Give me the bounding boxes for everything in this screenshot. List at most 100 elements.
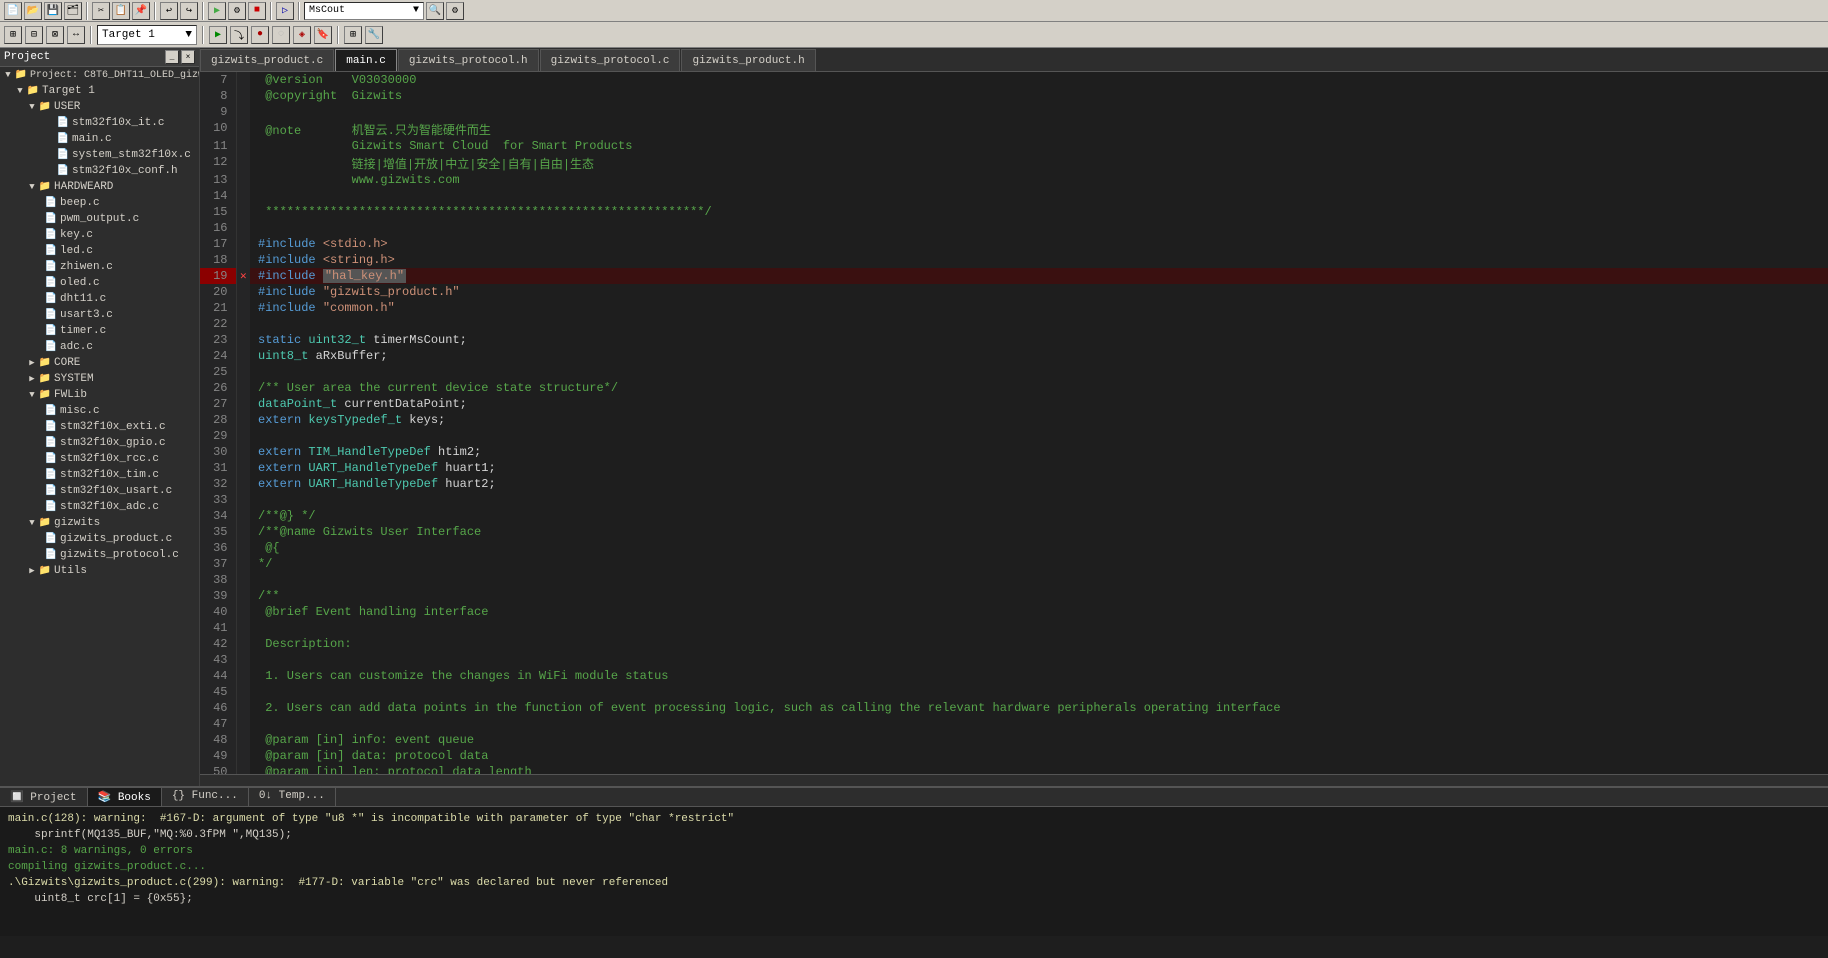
tb2-window-btn[interactable]: ⊞: [344, 26, 362, 44]
tree-stm32f10x-it[interactable]: 📄 stm32f10x_it.c: [0, 115, 199, 131]
line-content-24[interactable]: uint8_t aRxBuffer;: [250, 348, 1828, 364]
line-content-29[interactable]: [250, 428, 1828, 444]
tree-usart-fw[interactable]: 📄 stm32f10x_usart.c: [0, 483, 199, 499]
line-content-8[interactable]: @copyright Gizwits: [250, 88, 1828, 104]
line-content-39[interactable]: /**: [250, 588, 1828, 604]
line-content-16[interactable]: [250, 220, 1828, 236]
bottom-tab-func[interactable]: {} Func...: [162, 788, 249, 806]
tree-misc[interactable]: 📄 misc.c: [0, 403, 199, 419]
code-editor[interactable]: 7 @version V03030000 8 @copyright Gizwit…: [200, 72, 1828, 774]
tab-gizwits-protocol-c[interactable]: gizwits_protocol.c: [540, 49, 681, 71]
tree-led[interactable]: 📄 led.c: [0, 243, 199, 259]
line-content-35[interactable]: /**@name Gizwits User Interface: [250, 524, 1828, 540]
new-file-btn[interactable]: 📄: [4, 2, 22, 20]
tree-beep[interactable]: 📄 beep.c: [0, 195, 199, 211]
line-content-37[interactable]: */: [250, 556, 1828, 572]
line-content-25[interactable]: [250, 364, 1828, 380]
line-content-36[interactable]: @{: [250, 540, 1828, 556]
tree-stm32-conf[interactable]: 📄 stm32f10x_conf.h: [0, 163, 199, 179]
line-content-9[interactable]: [250, 104, 1828, 120]
line-content-22[interactable]: [250, 316, 1828, 332]
tb2-bp-btn[interactable]: ●: [251, 26, 269, 44]
tree-gizwits-protocol[interactable]: 📄 gizwits_protocol.c: [0, 547, 199, 563]
tb2-btn3[interactable]: ⊠: [46, 26, 64, 44]
line-content-20[interactable]: #include "gizwits_product.h": [250, 284, 1828, 300]
line-content-40[interactable]: @brief Event handling interface: [250, 604, 1828, 620]
tb2-bp3-btn[interactable]: ◈: [293, 26, 311, 44]
tree-usart3[interactable]: 📄 usart3.c: [0, 307, 199, 323]
paste-btn[interactable]: 📌: [132, 2, 150, 20]
line-content-43[interactable]: [250, 652, 1828, 668]
copy-btn[interactable]: 📋: [112, 2, 130, 20]
line-content-47[interactable]: [250, 716, 1828, 732]
settings-btn[interactable]: ⚙: [446, 2, 464, 20]
tab-gizwits-product-h[interactable]: gizwits_product.h: [681, 49, 815, 71]
line-content-7[interactable]: @version V03030000: [250, 72, 1828, 88]
tree-zhiwen[interactable]: 📄 zhiwen.c: [0, 259, 199, 275]
tree-core[interactable]: ▶ 📁 CORE: [0, 355, 199, 371]
tab-gizwits-product-c[interactable]: gizwits_product.c: [200, 49, 334, 71]
line-content-13[interactable]: www.gizwits.com: [250, 172, 1828, 188]
tree-user-folder[interactable]: ▼ 📁 USER: [0, 99, 199, 115]
tab-main-c[interactable]: main.c: [335, 49, 397, 71]
tb2-step-btn[interactable]: ⤵: [230, 26, 248, 44]
tree-system[interactable]: ▶ 📁 SYSTEM: [0, 371, 199, 387]
line-content-42[interactable]: Description:: [250, 636, 1828, 652]
bottom-tab-build[interactable]: 📚 Books: [88, 788, 162, 806]
bottom-tab-temp[interactable]: 0↓ Temp...: [249, 788, 336, 806]
line-content-46[interactable]: 2. Users can add data points in the func…: [250, 700, 1828, 716]
tree-adc-fw[interactable]: 📄 stm32f10x_adc.c: [0, 499, 199, 515]
horizontal-scrollbar[interactable]: [200, 774, 1828, 786]
line-content-38[interactable]: [250, 572, 1828, 588]
tb2-btn1[interactable]: ⊞: [4, 26, 22, 44]
target-dropdown[interactable]: Target 1 ▼: [97, 25, 197, 45]
tree-exti[interactable]: 📄 stm32f10x_exti.c: [0, 419, 199, 435]
tree-utils[interactable]: ▶ 📁 Utils: [0, 563, 199, 579]
tree-system-stm32[interactable]: 📄 system_stm32f10x.c: [0, 147, 199, 163]
tree-rcc[interactable]: 📄 stm32f10x_rcc.c: [0, 451, 199, 467]
tree-main-c[interactable]: 📄 main.c: [0, 131, 199, 147]
tree-timer[interactable]: 📄 timer.c: [0, 323, 199, 339]
line-content-30[interactable]: extern TIM_HandleTypeDef htim2;: [250, 444, 1828, 460]
tb2-bp4-btn[interactable]: 🔖: [314, 26, 332, 44]
redo-btn[interactable]: ↪: [180, 2, 198, 20]
line-content-12[interactable]: 链接|增值|开放|中立|安全|自有|自由|生态: [250, 154, 1828, 172]
tb2-tool-btn[interactable]: 🔧: [365, 26, 383, 44]
mscout-dropdown[interactable]: MsCout ▼: [304, 2, 424, 20]
stop-btn[interactable]: ■: [248, 2, 266, 20]
sidebar-close-btn[interactable]: ×: [181, 50, 195, 64]
line-content-17[interactable]: #include <stdio.h>: [250, 236, 1828, 252]
tree-project-root[interactable]: ▼ 📁 Project: C8T6_DHT11_OLED_gizwits: [0, 67, 199, 83]
line-content-27[interactable]: dataPoint_t currentDataPoint;: [250, 396, 1828, 412]
tree-gpio[interactable]: 📄 stm32f10x_gpio.c: [0, 435, 199, 451]
line-content-26[interactable]: /** User area the current device state s…: [250, 380, 1828, 396]
line-content-50[interactable]: @param [in] len: protocol data length: [250, 764, 1828, 774]
tree-hardweard[interactable]: ▼ 📁 HARDWEARD: [0, 179, 199, 195]
line-content-44[interactable]: 1. Users can customize the changes in Wi…: [250, 668, 1828, 684]
tree-pwm[interactable]: 📄 pwm_output.c: [0, 211, 199, 227]
line-content-14[interactable]: [250, 188, 1828, 204]
open-btn[interactable]: 📂: [24, 2, 42, 20]
bottom-tab-project[interactable]: 🔲 Project: [0, 788, 88, 806]
tb2-run-btn[interactable]: ▶: [209, 26, 227, 44]
tree-gizwits-product[interactable]: 📄 gizwits_product.c: [0, 531, 199, 547]
line-content-11[interactable]: Gizwits Smart Cloud for Smart Products: [250, 138, 1828, 154]
tree-adc[interactable]: 📄 adc.c: [0, 339, 199, 355]
line-content-19[interactable]: #include "hal_key.h": [250, 268, 1828, 284]
tree-dht11[interactable]: 📄 dht11.c: [0, 291, 199, 307]
tb2-bp2-btn[interactable]: ◌: [272, 26, 290, 44]
debug-btn[interactable]: ▷: [276, 2, 294, 20]
line-content-18[interactable]: #include <string.h>: [250, 252, 1828, 268]
tb2-btn4[interactable]: ↔: [67, 26, 85, 44]
undo-btn[interactable]: ↩: [160, 2, 178, 20]
build-btn[interactable]: ▶: [208, 2, 226, 20]
line-content-15[interactable]: ****************************************…: [250, 204, 1828, 220]
line-content-32[interactable]: extern UART_HandleTypeDef huart2;: [250, 476, 1828, 492]
line-content-34[interactable]: /**@} */: [250, 508, 1828, 524]
line-content-48[interactable]: @param [in] info: event queue: [250, 732, 1828, 748]
line-content-31[interactable]: extern UART_HandleTypeDef huart1;: [250, 460, 1828, 476]
line-content-21[interactable]: #include "common.h": [250, 300, 1828, 316]
tree-tim[interactable]: 📄 stm32f10x_tim.c: [0, 467, 199, 483]
line-content-10[interactable]: @note 机智云.只为智能硬件而生: [250, 120, 1828, 138]
line-content-23[interactable]: static uint32_t timerMsCount;: [250, 332, 1828, 348]
